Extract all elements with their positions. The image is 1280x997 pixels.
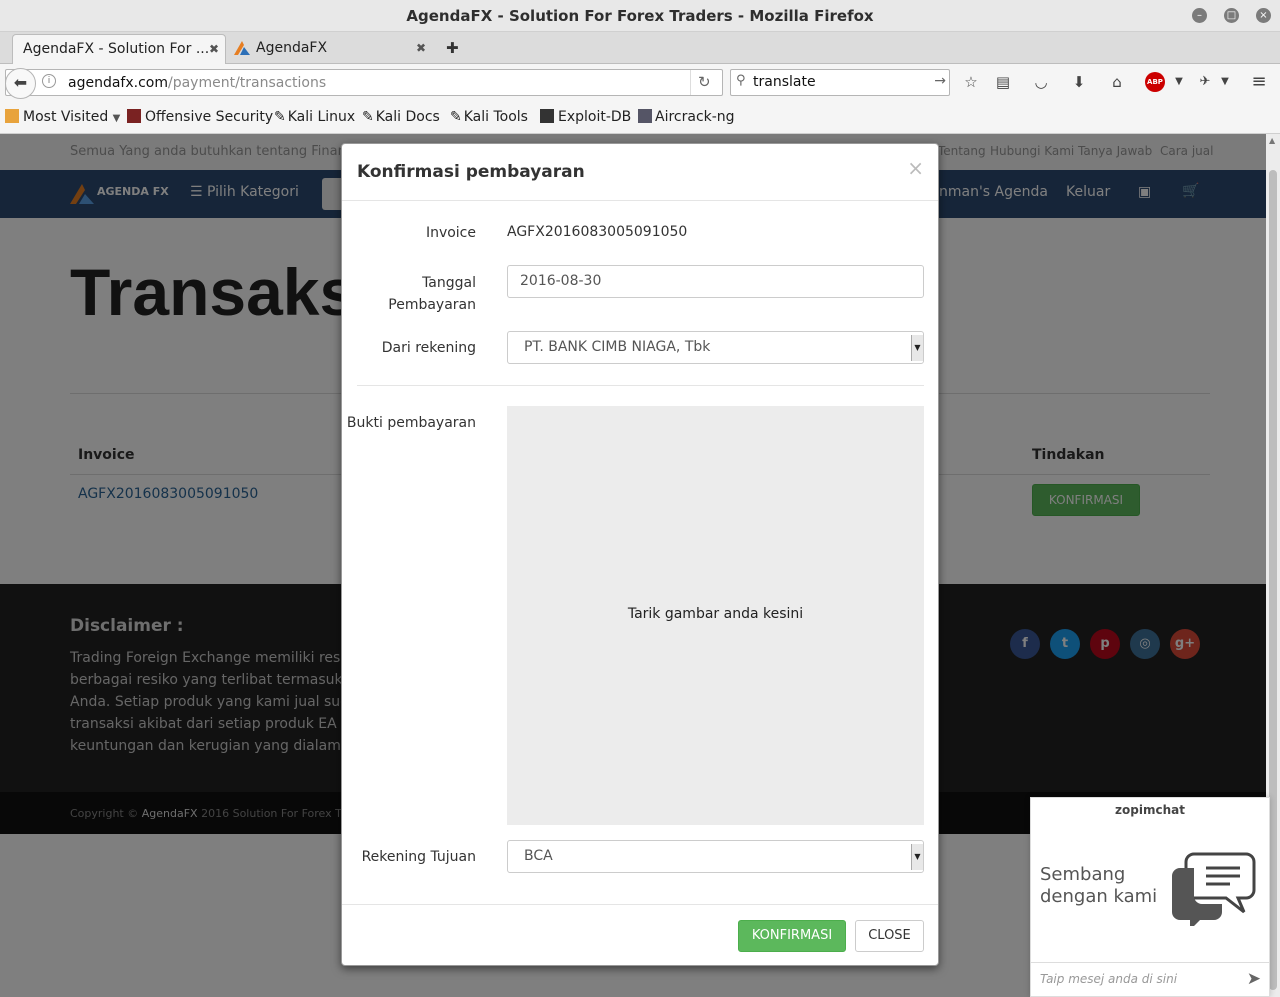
- destination-account-select[interactable]: BCA ▼: [507, 840, 924, 873]
- aircrack-icon: [638, 109, 652, 123]
- chat-input-placeholder: Taip mesej anda di sini: [1040, 972, 1178, 986]
- dropzone-text: Tarik gambar anda kesini: [627, 606, 804, 622]
- url-text[interactable]: agendafx.com/payment/transactions: [68, 75, 326, 91]
- close-icon[interactable]: ×: [907, 156, 924, 180]
- kali-dragon-icon: ✎: [362, 109, 374, 125]
- destination-account-value: BCA: [524, 848, 553, 864]
- pocket-icon[interactable]: ◡: [1031, 72, 1051, 92]
- bookmark-kali-tools[interactable]: ✎ Kali Tools: [450, 109, 528, 125]
- bookmark-aircrack-ng[interactable]: Aircrack-ng: [638, 109, 735, 125]
- search-input[interactable]: translate: [753, 74, 816, 90]
- invoice-value: AGFX2016083005091050: [507, 224, 688, 240]
- offsec-icon: [127, 109, 141, 123]
- close-window-icon[interactable]: ×: [1256, 8, 1271, 23]
- bookmark-most-visited[interactable]: Most Visited ▼: [5, 109, 120, 125]
- chat-widget[interactable]: zopimchat Sembang dengan kami Taip mesej…: [1030, 797, 1270, 997]
- confirm-button[interactable]: KONFIRMASI: [738, 920, 846, 952]
- bookmark-offensive-security[interactable]: Offensive Security: [127, 109, 273, 125]
- tab-agendafx[interactable]: AgendaFX ✖: [230, 34, 432, 64]
- minimize-icon[interactable]: –: [1192, 8, 1207, 23]
- from-account-select[interactable]: PT. BANK CIMB NIAGA, Tbk ▼: [507, 331, 924, 364]
- tab-label: AgendaFX: [256, 40, 328, 56]
- search-go-icon[interactable]: →: [934, 73, 946, 89]
- maximize-icon[interactable]: □: [1224, 8, 1239, 23]
- close-button[interactable]: CLOSE: [855, 920, 924, 952]
- payment-proof-label: Bukti pembayaran: [346, 415, 476, 431]
- tab-agendafx-solution[interactable]: AgendaFX - Solution For ... ✖: [12, 34, 226, 64]
- search-box[interactable]: ⚲ translate →: [730, 69, 950, 96]
- info-icon[interactable]: i: [42, 74, 56, 88]
- extension-icon[interactable]: ✈: [1195, 72, 1215, 92]
- from-account-value: PT. BANK CIMB NIAGA, Tbk: [524, 339, 711, 355]
- chat-message: Sembang dengan kami: [1040, 864, 1158, 907]
- back-icon[interactable]: ⬅: [5, 68, 36, 99]
- dropdown-arrow-icon[interactable]: ▼: [1215, 72, 1235, 92]
- dropdown-arrow-icon[interactable]: ▼: [1169, 72, 1189, 92]
- destination-account-label: Rekening Tujuan: [361, 849, 476, 865]
- search-icon: ⚲: [736, 73, 746, 88]
- close-tab-icon[interactable]: ✖: [209, 35, 219, 63]
- folder-icon: [5, 109, 19, 123]
- window-titlebar: AgendaFX - Solution For Forex Traders - …: [0, 0, 1280, 32]
- payment-confirmation-modal: Konfirmasi pembayaran × Invoice AGFX2016…: [341, 143, 939, 966]
- from-account-label: Dari rekening: [381, 340, 476, 356]
- kali-dragon-icon: ✎: [450, 109, 462, 125]
- agendafx-favicon-icon: [234, 41, 250, 55]
- chat-input[interactable]: Taip mesej anda di sini ➤: [1031, 962, 1269, 997]
- bookmark-kali-docs[interactable]: ✎ Kali Docs: [362, 109, 440, 125]
- invoice-label: Invoice: [425, 225, 476, 241]
- tab-label: AgendaFX - Solution For ...: [23, 41, 210, 57]
- window-title: AgendaFX - Solution For Forex Traders - …: [406, 7, 874, 25]
- new-tab-icon[interactable]: ✚: [446, 39, 459, 57]
- select-arrow-icon: ▼: [911, 335, 923, 361]
- payment-date-field[interactable]: 2016-08-30: [507, 265, 924, 298]
- image-dropzone[interactable]: Tarik gambar anda kesini: [507, 406, 924, 825]
- bookmarks-bar: Most Visited ▼ Offensive Security ✎ Kali …: [0, 101, 1280, 134]
- reload-icon[interactable]: ↻: [698, 73, 711, 91]
- modal-title: Konfirmasi pembayaran: [357, 162, 585, 182]
- tab-bar: AgendaFX - Solution For ... ✖ AgendaFX ✖…: [0, 32, 1280, 64]
- chat-brand: zopimchat: [1115, 803, 1185, 817]
- send-icon[interactable]: ➤: [1247, 969, 1261, 989]
- url-domain: agendafx.com: [68, 75, 168, 91]
- reading-list-icon[interactable]: ▤: [993, 72, 1013, 92]
- bookmark-kali-linux[interactable]: ✎ Kali Linux: [274, 109, 355, 125]
- nav-toolbar: ⬅ i agendafx.com/payment/transactions ↻ …: [0, 64, 1280, 101]
- kali-dragon-icon: ✎: [274, 109, 286, 125]
- adblock-icon[interactable]: ABP: [1145, 72, 1165, 92]
- scroll-up-icon[interactable]: ▲: [1269, 136, 1275, 145]
- payment-date-label: Tanggal Pembayaran: [388, 275, 476, 313]
- exploit-db-icon: [540, 109, 554, 123]
- select-arrow-icon: ▼: [911, 844, 923, 870]
- url-path: /payment/transactions: [167, 75, 327, 91]
- download-icon[interactable]: ⬇: [1069, 72, 1089, 92]
- close-tab-icon[interactable]: ✖: [416, 34, 426, 62]
- chat-bubble-icon: [1172, 852, 1256, 926]
- bookmark-star-icon[interactable]: ☆: [961, 72, 981, 92]
- scrollbar-thumb[interactable]: [1269, 170, 1277, 990]
- hamburger-menu-icon[interactable]: ≡: [1249, 72, 1269, 92]
- bookmark-exploit-db[interactable]: Exploit-DB: [540, 109, 631, 125]
- url-bar[interactable]: ⬅ i agendafx.com/payment/transactions ↻: [5, 68, 723, 99]
- home-icon[interactable]: ⌂: [1107, 72, 1127, 92]
